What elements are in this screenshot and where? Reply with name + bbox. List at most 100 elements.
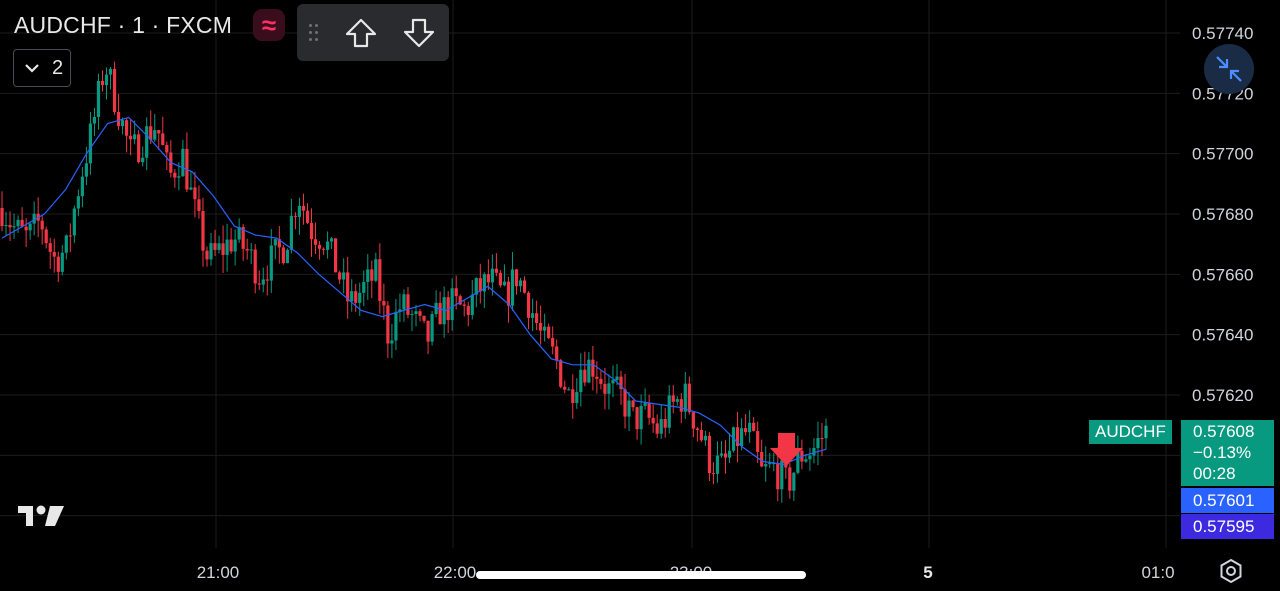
candle <box>237 218 241 243</box>
candle <box>350 279 354 312</box>
candle <box>209 233 213 266</box>
drag-handle-icon[interactable] <box>309 24 319 44</box>
candle <box>587 351 591 384</box>
candle <box>281 244 285 265</box>
candle <box>707 432 712 482</box>
candle <box>635 406 639 440</box>
candle <box>225 223 229 272</box>
candle <box>655 414 659 439</box>
symbol-title[interactable]: AUDCHF · 1 · FXCM <box>14 12 232 39</box>
candle <box>430 310 434 346</box>
candle <box>478 263 482 304</box>
candle <box>567 387 571 391</box>
candle <box>816 421 820 466</box>
candle <box>76 189 80 217</box>
candle <box>410 309 414 332</box>
studies-count: 2 <box>52 57 64 79</box>
candle <box>446 291 450 333</box>
candle <box>233 229 237 266</box>
candle <box>229 227 233 254</box>
moving-average-line <box>1 116 827 466</box>
price-chart[interactable]: 0.577400.577200.577000.576800.576600.576… <box>0 0 1280 591</box>
candle <box>599 370 603 390</box>
candle <box>398 293 402 323</box>
tradingview-logo-icon[interactable] <box>16 503 66 529</box>
candle <box>788 463 792 499</box>
candle <box>366 254 370 300</box>
candle <box>129 119 133 156</box>
candle <box>530 298 535 332</box>
candle <box>80 167 84 208</box>
candle <box>522 276 527 294</box>
candle <box>104 67 109 100</box>
candle <box>631 399 635 412</box>
candle <box>125 117 129 153</box>
candle <box>591 345 595 391</box>
price-tick-label: 0.57640 <box>1192 326 1253 345</box>
gear-icon[interactable] <box>1217 557 1245 585</box>
candle <box>205 246 209 267</box>
candle <box>390 323 394 358</box>
indicator-logo-icon[interactable]: ≈ <box>253 9 285 41</box>
candle <box>752 417 756 432</box>
candle <box>526 290 531 330</box>
candle <box>257 270 261 290</box>
candle <box>297 197 302 235</box>
candle <box>305 203 310 225</box>
home-indicator[interactable] <box>476 571 806 579</box>
candle <box>422 315 426 324</box>
last-price: 0.57608 <box>1193 422 1255 441</box>
candle <box>374 252 378 283</box>
time-tick-label: 22:00 <box>434 563 477 582</box>
last-price-label: 0.57608 −0.13% 00:28 <box>1181 420 1274 486</box>
candle <box>502 264 507 287</box>
candle <box>402 289 406 322</box>
candle <box>518 277 523 293</box>
candle <box>52 238 56 273</box>
candle <box>301 193 306 225</box>
arrow-up-button[interactable] <box>342 16 380 50</box>
candle <box>44 226 48 249</box>
candle <box>277 226 281 264</box>
candle <box>824 418 828 450</box>
candle <box>748 410 752 443</box>
candle <box>675 396 679 406</box>
candle <box>370 260 374 299</box>
candle <box>623 373 627 429</box>
candle <box>60 245 64 276</box>
candle <box>462 300 466 317</box>
candle <box>354 283 358 312</box>
price-tick-label: 0.57660 <box>1192 265 1253 284</box>
candle <box>426 320 430 355</box>
candle <box>667 385 671 434</box>
arrow-down-button[interactable] <box>400 16 438 50</box>
candle <box>695 426 699 442</box>
candle <box>145 117 149 171</box>
studies-toggle-button[interactable]: 2 <box>13 49 71 87</box>
candle <box>486 259 490 291</box>
arrow-tool-panel <box>297 4 449 61</box>
candle <box>8 211 12 241</box>
symbol-price-label: AUDCHF <box>1089 420 1172 444</box>
candle <box>249 242 253 265</box>
candle <box>68 223 72 253</box>
candle <box>663 407 667 438</box>
candle <box>760 439 764 468</box>
time-tick-label: 01:0 <box>1141 563 1174 582</box>
candle <box>647 394 651 425</box>
candle <box>169 140 173 178</box>
candle <box>466 301 470 327</box>
candle <box>735 411 740 463</box>
collapse-button[interactable] <box>1204 44 1254 94</box>
candle <box>555 339 559 370</box>
candle <box>48 237 52 269</box>
candle <box>539 305 543 345</box>
candle <box>0 191 4 232</box>
candle <box>498 270 503 288</box>
candle <box>643 388 647 410</box>
candle <box>88 112 93 175</box>
candle <box>671 385 675 414</box>
candle <box>563 380 567 394</box>
candle <box>253 244 257 294</box>
candle <box>289 198 294 254</box>
